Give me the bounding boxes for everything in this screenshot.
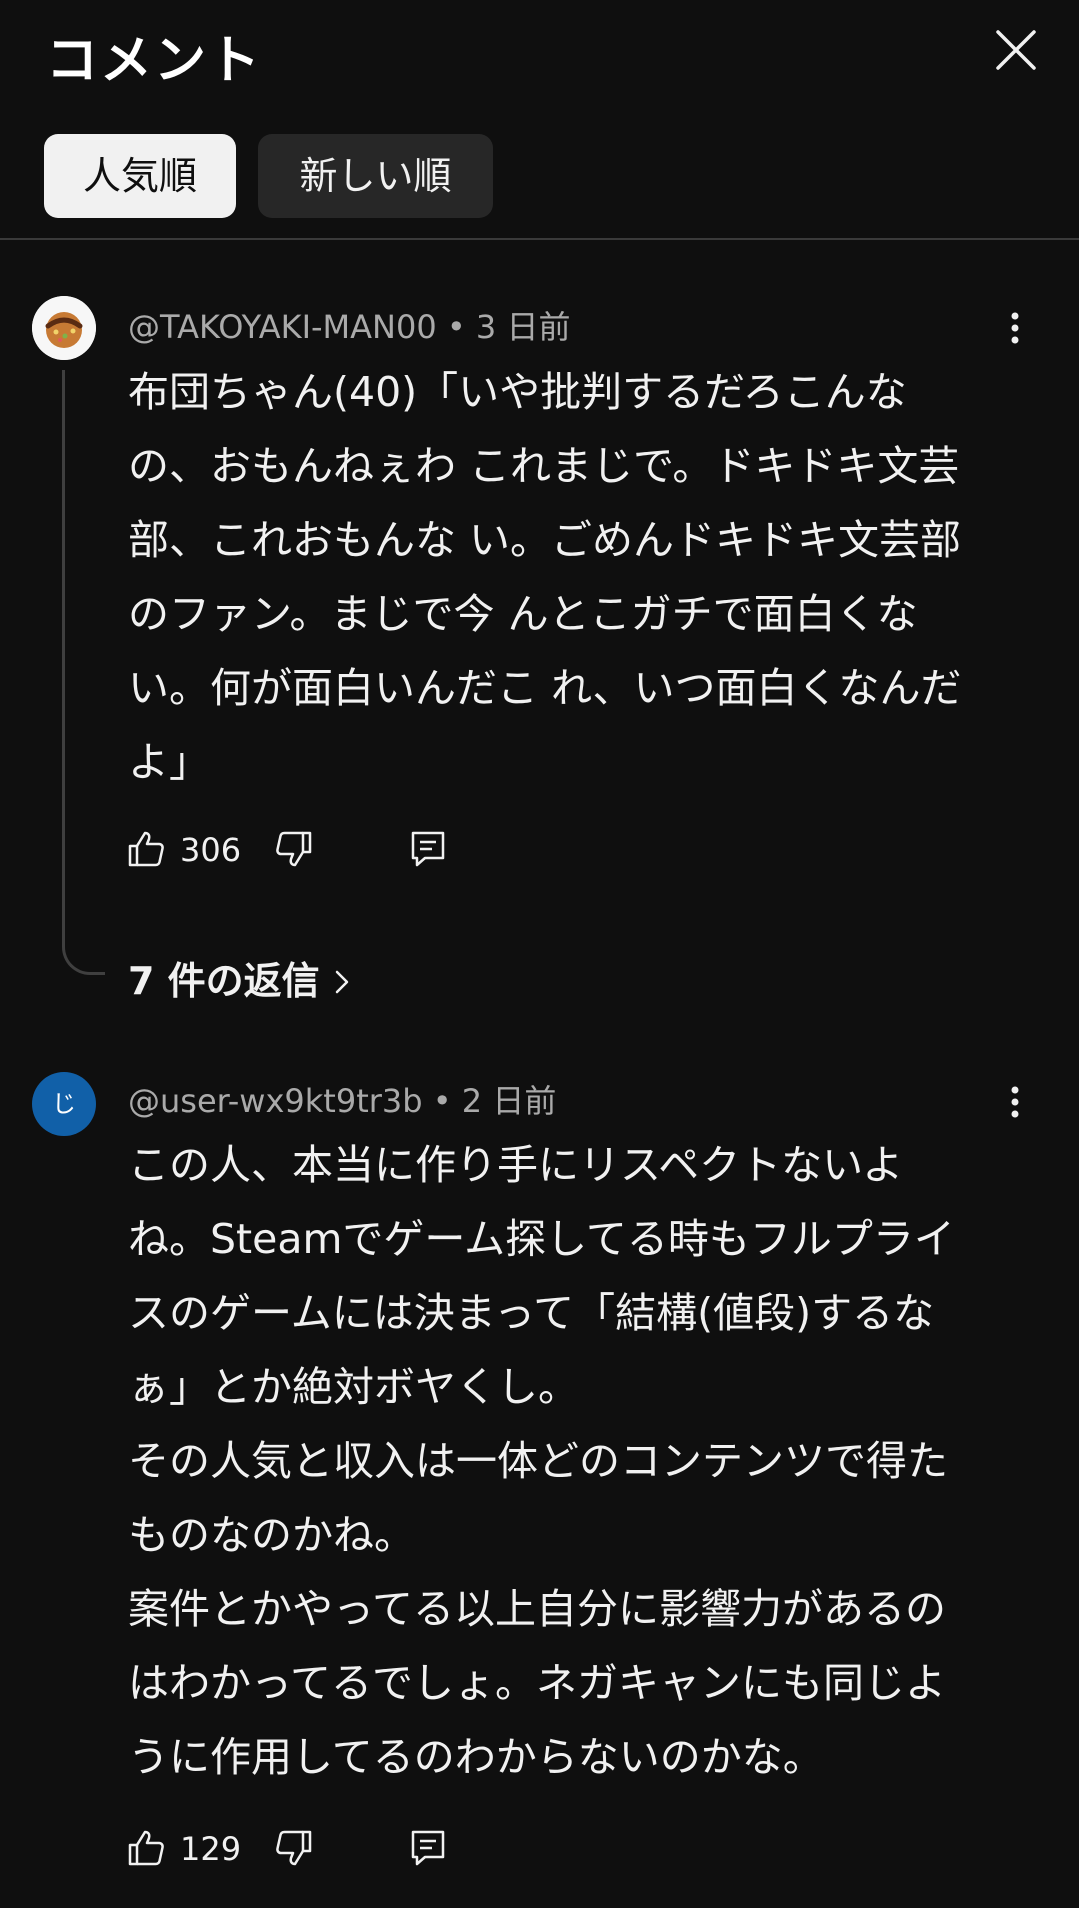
reply-icon[interactable] [408, 1828, 448, 1868]
dislike-icon[interactable] [274, 829, 314, 869]
comment-meta: @user-wx9kt9tr3b • 2 日前 [128, 1076, 556, 1122]
meta-separator: • [422, 1082, 462, 1120]
meta-separator: • [436, 308, 476, 346]
view-replies-button[interactable]: 7 件の返信 [128, 950, 352, 1006]
comment-time: 2 日前 [461, 1082, 557, 1120]
reply-icon[interactable] [408, 829, 448, 869]
comment-meta: @TAKOYAKI-MAN00 • 3 日前 [128, 302, 570, 348]
comment-author[interactable]: @TAKOYAKI-MAN00 [128, 308, 437, 346]
sort-chip-popular[interactable]: 人気順 [44, 134, 236, 218]
more-options-icon[interactable] [1000, 1080, 1030, 1128]
sort-chip-newest[interactable]: 新しい順 [258, 134, 493, 218]
panel-title: コメント [46, 31, 263, 91]
like-icon[interactable] [126, 829, 166, 869]
like-count: 306 [180, 831, 242, 869]
more-options-icon[interactable] [1000, 306, 1030, 354]
chevron-right-icon [332, 962, 352, 1006]
comment-time: 3 日前 [475, 308, 571, 346]
dislike-icon[interactable] [274, 1828, 314, 1868]
comments-header: コメント 人気順 新しい順 [0, 0, 1079, 240]
replies-label: 7 件の返信 [128, 959, 320, 1003]
close-icon[interactable] [990, 24, 1042, 76]
comment-text: この人、本当に作り手にリスペクトないよ ね。Steamでゲーム探してる時もフルプ… [128, 1141, 955, 1781]
user-avatar[interactable]: じ [32, 1072, 96, 1136]
takoyaki-avatar[interactable] [32, 296, 96, 360]
comment-text: 布団ちゃん(40)「いや批判するだろこんな の、おもんねぇわ これまじで。ドキド… [128, 368, 962, 786]
comment-author[interactable]: @user-wx9kt9tr3b [128, 1082, 423, 1120]
thread-connector [62, 370, 105, 975]
like-count: 129 [180, 1830, 242, 1868]
like-icon[interactable] [126, 1828, 166, 1868]
